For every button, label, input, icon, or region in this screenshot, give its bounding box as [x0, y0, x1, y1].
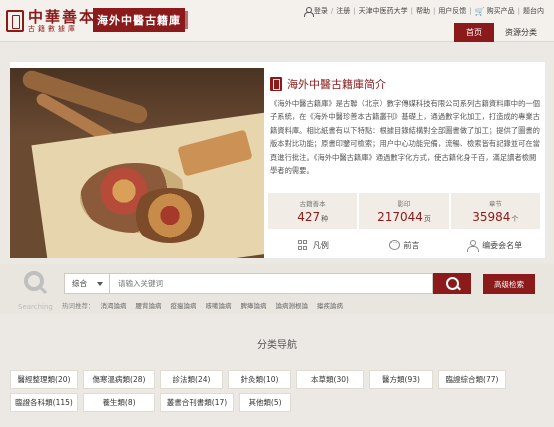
logo-subtitle: 古籍數據庫: [28, 24, 78, 33]
category-list: 醫經整理類(20) 傷寒溫病類(28) 診法類(24) 針灸類(10) 本草類(…: [10, 370, 530, 412]
chevron-down-icon: [97, 282, 103, 286]
category-item[interactable]: 其他類(5): [239, 393, 291, 412]
herbal-medicine-image: [10, 68, 264, 258]
person-icon: [467, 240, 480, 252]
category-item[interactable]: 臨證各科類(115): [10, 393, 78, 412]
category-item[interactable]: 傷寒溫病類(28): [83, 370, 155, 389]
tab-home[interactable]: 首页: [454, 23, 494, 42]
grid-icon: [297, 240, 309, 250]
category-item[interactable]: 叢書合刊書類(17): [160, 393, 234, 412]
hot-term[interactable]: 瘧疾論病: [317, 300, 343, 310]
advanced-search-button[interactable]: 高级检索: [483, 274, 535, 294]
platform-link[interactable]: 题台内: [523, 6, 544, 16]
category-item[interactable]: 診法類(24): [160, 370, 223, 389]
hot-term[interactable]: 消渴論病: [101, 300, 127, 310]
stat-unit: 页: [423, 215, 431, 223]
search-button[interactable]: [433, 273, 471, 294]
main-nav: 首页 资源分类: [454, 23, 548, 42]
buy-product-link[interactable]: 购买产品: [487, 6, 515, 16]
category-item[interactable]: 養生類(8): [83, 393, 155, 412]
searching-word: Searching: [18, 303, 53, 311]
editorial-board-link[interactable]: 编委会名单: [449, 234, 540, 256]
register-link[interactable]: 注册: [336, 6, 350, 16]
hot-term[interactable]: 疫瘟論病: [171, 300, 197, 310]
intro-description: 《海外中醫古籍庫》是古聯（北京）數字傳媒科技有限公司系列古籍資料庫中的一個子系統…: [270, 99, 540, 176]
feedback-link[interactable]: 用户反馈: [438, 6, 466, 16]
link-label: 前言: [403, 240, 420, 250]
stat-value: 217044: [377, 210, 423, 224]
search-scope-select[interactable]: 综合: [64, 273, 109, 294]
logo-icon: [6, 10, 24, 32]
top-links: 登录 / 注册 | 天津中医药大学 | 帮助 | 用户反馈 | 🛒 购买产品 |…: [303, 6, 544, 17]
stat-value: 35984: [472, 210, 511, 224]
cart-icon: 🛒: [474, 6, 485, 16]
intro-title: 海外中醫古籍庫简介: [287, 78, 386, 91]
hot-terms-label: 热词推荐：: [62, 302, 95, 310]
intro-links: 凡例 前言 编委会名单: [268, 234, 540, 256]
tab-resource-categories[interactable]: 资源分类: [494, 23, 548, 42]
institution-name: 天津中医药大学: [358, 7, 408, 15]
book-icon: [270, 77, 282, 91]
preface-link[interactable]: 前言: [359, 234, 450, 256]
category-item[interactable]: 臨證綜合類(77): [438, 370, 506, 389]
hot-term[interactable]: 脾瘴論病: [241, 300, 267, 310]
category-item[interactable]: 醫方類(93): [369, 370, 433, 389]
link-label: 编委会名单: [482, 240, 523, 250]
hot-term[interactable]: 論病淵根論: [276, 300, 309, 310]
search-input[interactable]: [109, 273, 433, 294]
guidelines-link[interactable]: 凡例: [268, 234, 359, 256]
category-item[interactable]: 本草類(30): [296, 370, 364, 389]
database-brand[interactable]: 海外中醫古籍庫: [93, 8, 188, 32]
search-bar: 综合: [64, 273, 471, 294]
category-nav-title: 分类导航: [257, 340, 297, 351]
search-section: Searching 综合 高级检索 热词推荐： 消渴論病 腰背論病 疫瘟論病 咳…: [0, 264, 554, 314]
site-logo[interactable]: 中華善本 古籍數據庫: [6, 6, 96, 36]
intro-heading: 海外中醫古籍庫简介: [270, 76, 386, 92]
scope-value: 综合: [72, 279, 87, 288]
chat-icon: [388, 237, 400, 250]
stat-label: 古籍善本: [299, 200, 326, 208]
site-header: 中華善本 古籍數據庫 海外中醫古籍庫 登录 / 注册 | 天津中医药大学 | 帮…: [0, 0, 554, 42]
stat-unit: 个: [511, 215, 519, 223]
category-item[interactable]: 針灸類(10): [228, 370, 291, 389]
user-icon: [303, 6, 314, 17]
help-link[interactable]: 帮助: [416, 6, 430, 16]
category-item[interactable]: 醫經整理類(20): [10, 370, 78, 389]
stat-chapters: 章节 35984个: [450, 193, 540, 229]
logo-title: 中華善本: [28, 7, 97, 26]
stat-value: 427: [297, 210, 321, 224]
hot-term[interactable]: 腰背論病: [136, 300, 162, 310]
searching-logo: Searching: [16, 269, 56, 311]
stat-unit: 种: [321, 215, 329, 223]
link-label: 凡例: [312, 240, 329, 250]
stat-label: 章节: [488, 200, 502, 208]
login-link[interactable]: 登录: [314, 6, 328, 16]
hot-term[interactable]: 咳嗽論病: [206, 300, 232, 310]
stat-pages: 影印 217044页: [359, 193, 449, 229]
intro-card: 海外中醫古籍庫简介 《海外中醫古籍庫》是古聯（北京）數字傳媒科技有限公司系列古籍…: [10, 62, 545, 258]
stat-books: 古籍善本 427种: [268, 193, 358, 229]
hot-terms: 热词推荐： 消渴論病 腰背論病 疫瘟論病 咳嗽論病 脾瘴論病 論病淵根論 瘧疾論…: [62, 300, 352, 310]
stat-label: 影印: [397, 200, 411, 208]
stats-panel: 古籍善本 427种 影印 217044页 章节 35984个: [268, 193, 540, 229]
